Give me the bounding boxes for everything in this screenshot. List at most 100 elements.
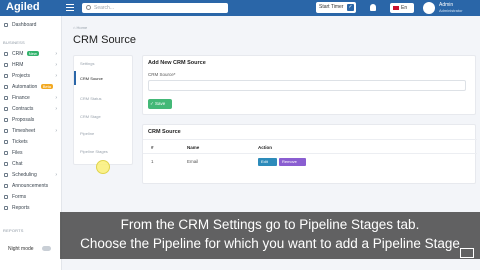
forms-icon <box>4 195 8 199</box>
chat-icon <box>4 162 8 166</box>
breadcrumb[interactable]: ⌂ Home <box>73 25 87 30</box>
sidebar-item-forms[interactable]: Forms <box>0 192 62 202</box>
crm-source-input[interactable] <box>148 80 466 91</box>
sidebar-item-label: CRM <box>12 51 24 57</box>
fullscreen-icon[interactable] <box>460 248 474 258</box>
reports-icon <box>4 206 8 210</box>
chevron-right-icon: › <box>55 95 57 101</box>
sidebar-item-label: Contracts <box>12 106 34 112</box>
caption-line-2: Choose the Pipeline for which you want t… <box>80 236 460 251</box>
row-number: 1 <box>151 159 154 164</box>
row-name: Email <box>187 159 199 164</box>
scheduling-icon <box>4 173 8 177</box>
check-icon: ✓ <box>347 4 354 11</box>
sidebar-item-label: Forms <box>12 194 27 200</box>
top-bar: Agiled Search... Start Timer ✓ En Admin … <box>0 0 480 16</box>
projects-icon <box>4 74 8 78</box>
sidebar-item-label: Announcements <box>12 183 49 189</box>
sidebar-item-projects[interactable]: Projects › <box>0 71 62 81</box>
tab-pipeline[interactable]: Pipeline <box>80 131 94 136</box>
active-tab-indicator <box>74 71 76 85</box>
bell-icon[interactable] <box>370 4 376 11</box>
caption-overlay: From the CRM Settings go to Pipeline Sta… <box>60 212 480 259</box>
sidebar-item-announcements[interactable]: Announcements <box>0 181 62 191</box>
tab-crm-stage[interactable]: CRM Stage <box>80 114 101 119</box>
sidebar-item-files[interactable]: Files <box>0 148 62 158</box>
menu-icon[interactable] <box>66 4 74 11</box>
caption-line-1: From the CRM Settings go to Pipeline Sta… <box>120 217 420 232</box>
crm-icon <box>4 52 8 56</box>
sidebar-section-reports: REPORTS <box>3 228 24 233</box>
tickets-icon <box>4 140 8 144</box>
finance-icon <box>4 96 8 100</box>
sidebar-item-label: Tickets <box>12 139 28 145</box>
search-input[interactable]: Search... <box>82 3 228 13</box>
sidebar-section-business: BUSINESS <box>3 40 25 45</box>
column-header-name: Name <box>187 145 200 150</box>
timesheet-icon <box>4 129 8 133</box>
sidebar-item-contracts[interactable]: Contracts › <box>0 104 62 114</box>
sidebar-item-label: Automation <box>12 84 38 90</box>
sidebar-item-label: Chat <box>12 161 23 167</box>
sidebar-item-timesheet[interactable]: Timesheet › <box>0 126 62 136</box>
sidebar-item-label: Timesheet <box>12 128 36 134</box>
sidebar-item-label: Proposals <box>12 117 35 123</box>
sidebar-item-automation[interactable]: Automation Beta <box>0 82 62 92</box>
app-logo[interactable]: Agiled <box>6 1 40 13</box>
contracts-icon <box>4 107 8 111</box>
tab-pipeline-stages[interactable]: Pipeline Stages <box>80 149 108 154</box>
sidebar-item-chat[interactable]: Chat <box>0 159 62 169</box>
remove-button[interactable]: Remove <box>279 158 306 166</box>
panel-title: CRM Source <box>148 129 181 135</box>
sidebar-item-tickets[interactable]: Tickets <box>0 137 62 147</box>
chevron-right-icon: › <box>55 51 57 57</box>
tab-crm-source[interactable]: CRM Source <box>80 76 103 81</box>
page-title: CRM Source <box>73 34 136 46</box>
files-icon <box>4 151 8 155</box>
chevron-right-icon: › <box>55 106 57 112</box>
sidebar-item-label: Scheduling <box>12 172 37 178</box>
settings-menu: Settings CRM Source CRM Status CRM Stage… <box>73 55 133 165</box>
sidebar-item-label: Projects <box>12 73 31 79</box>
tab-crm-status[interactable]: CRM Status <box>80 96 102 101</box>
chevron-right-icon: › <box>55 62 57 68</box>
sidebar-item-label: Finance <box>12 95 30 101</box>
user-menu[interactable]: Admin Administrator <box>439 2 463 14</box>
divider <box>143 153 477 154</box>
edit-button[interactable]: Edit <box>258 158 277 166</box>
chevron-right-icon: › <box>55 73 57 79</box>
night-mode-label: Night mode <box>8 246 34 252</box>
sidebar-item-dashboard[interactable]: Dashboard <box>0 20 62 30</box>
night-mode-toggle[interactable] <box>42 246 51 251</box>
panel-title: Add New CRM Source <box>148 60 206 66</box>
chevron-right-icon: › <box>55 172 57 178</box>
language-select[interactable]: En <box>390 3 414 13</box>
sidebar-item-label: Reports <box>12 205 30 211</box>
column-header-action: Action <box>258 145 272 150</box>
avatar[interactable] <box>423 2 435 14</box>
start-timer-label: Start Timer <box>319 4 344 10</box>
breadcrumb-home: Home <box>76 25 88 30</box>
start-timer-button[interactable]: Start Timer ✓ <box>316 2 356 13</box>
sidebar-item-reports[interactable]: Reports <box>0 203 62 213</box>
sidebar-item-proposals[interactable]: Proposals <box>0 115 62 125</box>
crm-source-label: CRM Source* <box>148 72 176 77</box>
beta-badge: Beta <box>40 84 53 90</box>
announcements-icon <box>4 184 8 188</box>
save-button[interactable]: Save <box>148 99 172 109</box>
sidebar-item-scheduling[interactable]: Scheduling › <box>0 170 62 180</box>
tab-settings[interactable]: Settings <box>80 61 94 66</box>
sidebar-item-crm[interactable]: CRM New › <box>0 49 62 59</box>
column-header-number: # <box>151 145 154 150</box>
proposals-icon <box>4 118 8 122</box>
sidebar: Dashboard BUSINESS CRM New › HRM › Proje… <box>0 16 62 270</box>
home-icon <box>4 23 8 27</box>
search-icon <box>86 5 91 10</box>
chevron-right-icon: › <box>55 128 57 134</box>
add-crm-source-panel: Add New CRM Source CRM Source* Save <box>142 55 476 115</box>
sidebar-item-hrm[interactable]: HRM › <box>0 60 62 70</box>
sidebar-item-label: Files <box>12 150 23 156</box>
sidebar-item-label: Dashboard <box>12 22 37 28</box>
sidebar-item-finance[interactable]: Finance › <box>0 93 62 103</box>
flag-icon <box>393 5 399 10</box>
